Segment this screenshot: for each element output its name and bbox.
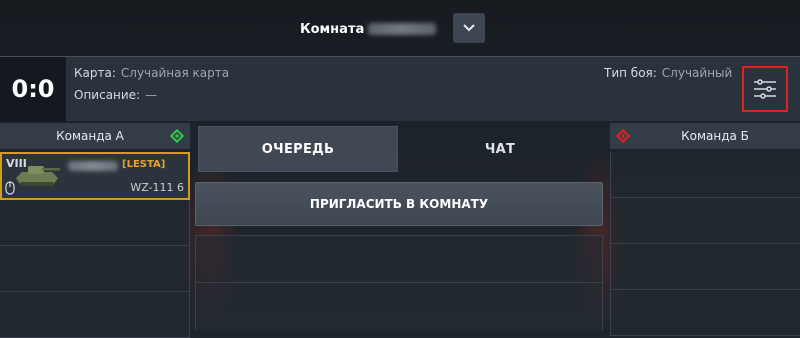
vehicle-name: WZ-111 6 (130, 181, 184, 194)
description-info: Описание: — (74, 88, 157, 102)
tab-queue[interactable]: ОЧЕРЕДЬ (198, 126, 398, 172)
room-info-bar: 0:0 Карта: Случайная карта Описание: — Тип… (0, 56, 800, 121)
diamond-icon (616, 129, 630, 143)
team-a-title: Команда А (56, 129, 124, 143)
team-b-panel: Команда Б (610, 123, 800, 336)
room-title-label: Комната (300, 21, 365, 37)
team-b-title: Команда Б (681, 129, 749, 143)
empty-slot[interactable] (610, 152, 800, 198)
description-label: Описание: (74, 88, 141, 102)
sliders-icon (754, 79, 776, 99)
queue-row (196, 235, 602, 282)
queue-row (196, 282, 602, 329)
empty-slot[interactable] (0, 246, 190, 292)
center-panel: ОЧЕРЕДЬ ЧАТ ПРИГЛАСИТЬ В КОМНАТУ (195, 123, 603, 330)
empty-slot[interactable] (610, 244, 800, 290)
room-name-obscured (368, 23, 437, 35)
queue-list (195, 235, 603, 330)
team-a-panel: Команда А VIII [LESTA] WZ-111 6 (0, 123, 190, 338)
map-value: Случайная карта (120, 66, 230, 80)
room-title: Комната (300, 18, 446, 40)
empty-slot[interactable] (610, 198, 800, 244)
top-bar: Комната (0, 0, 800, 56)
empty-slot[interactable] (0, 200, 190, 246)
team-b-header: Команда Б (610, 123, 800, 149)
tab-chat[interactable]: ЧАТ (400, 126, 600, 172)
map-info: Карта: Случайная карта (74, 66, 229, 80)
battle-type-label: Тип боя: (604, 66, 657, 80)
chevron-down-icon (463, 24, 475, 32)
battle-type-info: Тип боя: Случайный (604, 66, 732, 80)
battle-type-value: Случайный (661, 66, 733, 80)
description-value: — (145, 88, 158, 102)
room-dropdown-button[interactable] (453, 13, 485, 43)
room-settings-button[interactable] (742, 66, 788, 112)
invite-to-room-button[interactable]: ПРИГЛАСИТЬ В КОМНАТУ (195, 182, 603, 226)
score: 0:0 (0, 57, 67, 121)
player-name-obscured (68, 161, 118, 171)
mouse-icon (5, 181, 15, 195)
diamond-icon (170, 129, 184, 143)
tabs: ОЧЕРЕДЬ ЧАТ (195, 123, 603, 173)
team-a-header: Команда А (0, 123, 190, 149)
tank-icon (16, 166, 60, 186)
empty-slot[interactable] (0, 292, 190, 338)
player-slot[interactable]: VIII [LESTA] WZ-111 6 (0, 152, 190, 200)
empty-slot[interactable] (610, 290, 800, 336)
clan-tag: [LESTA] (122, 159, 166, 170)
map-label: Карта: (74, 66, 116, 80)
